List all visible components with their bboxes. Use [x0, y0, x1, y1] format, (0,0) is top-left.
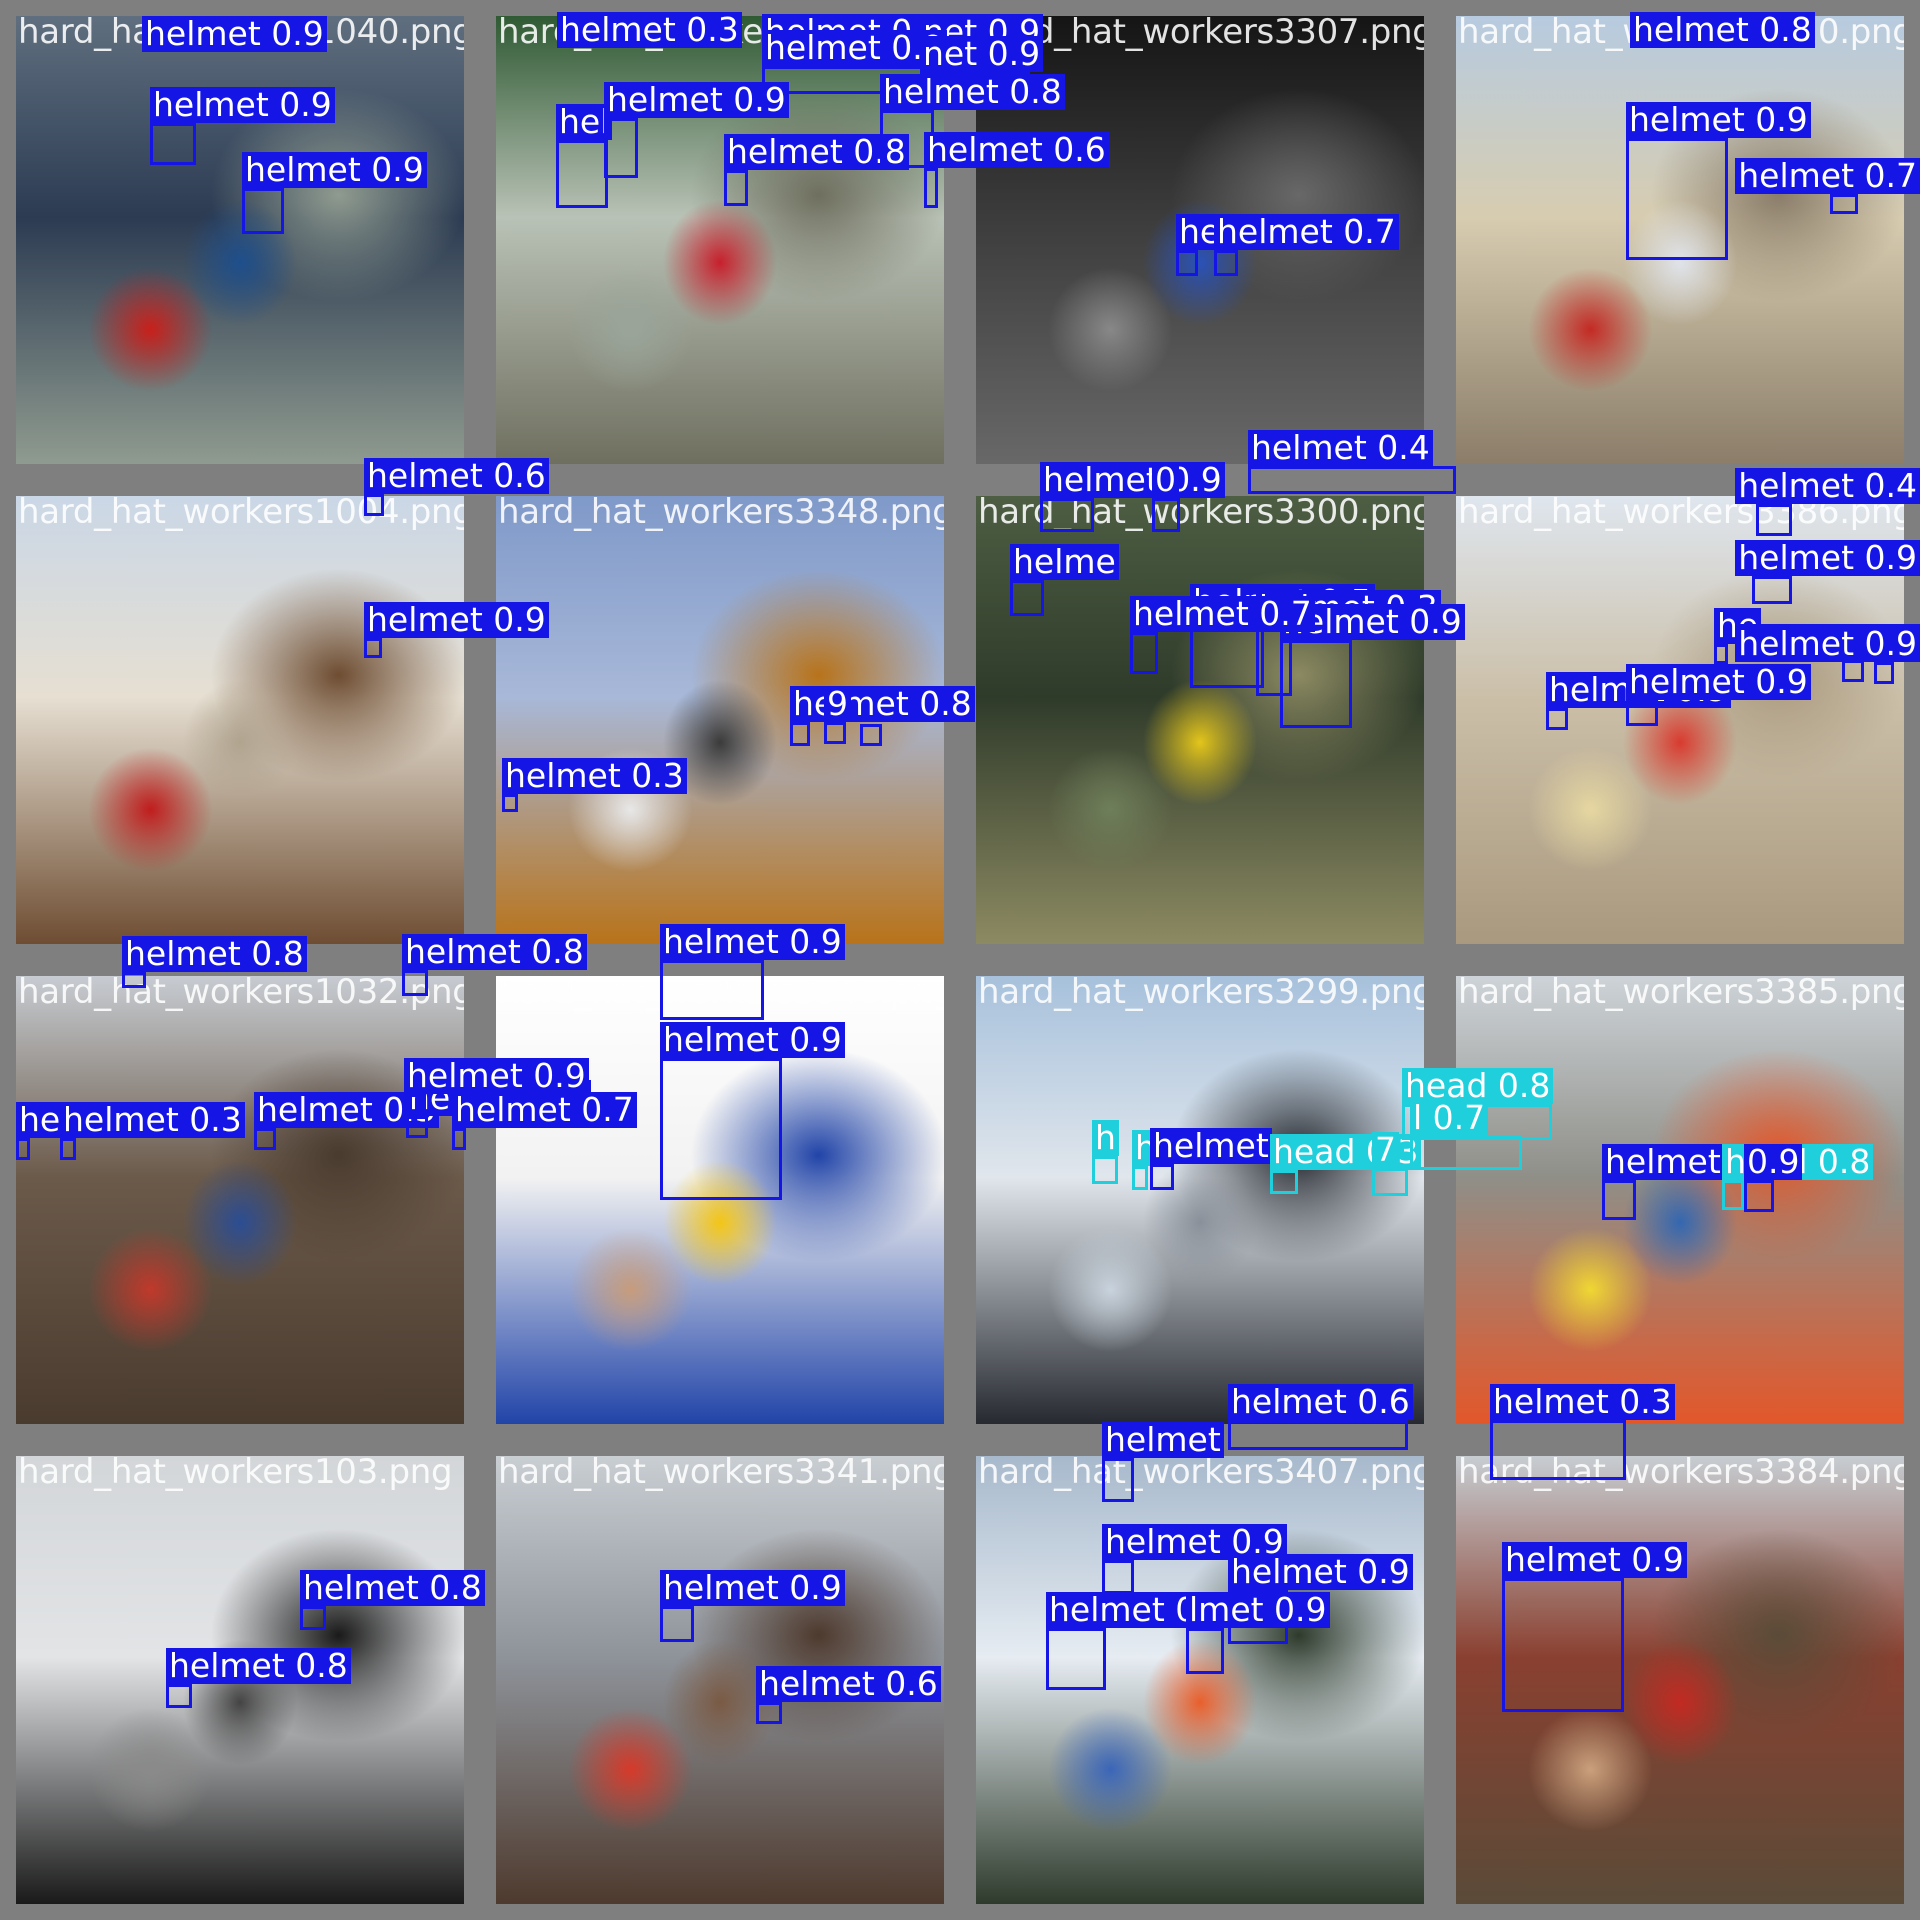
helmet-detection-label: helmet 0.8: [1630, 12, 1815, 48]
photo-scene: [1456, 1456, 1904, 1904]
helmet-detection-label: helmet 0.8: [300, 1570, 485, 1606]
helmet-detection-label: net 0.9: [920, 36, 1044, 72]
photo-scene: [16, 16, 464, 464]
tile-filename: hard_hat_workers3300.png: [978, 496, 1424, 532]
tile-filename: hard_hat_workers3348.png: [498, 496, 944, 532]
helmet-detection-label: helmet 0.9: [1228, 1554, 1413, 1590]
head-detection-label: 7: [1372, 1132, 1399, 1168]
head-detection-label: h: [1092, 1120, 1119, 1156]
photo-scene: [1456, 976, 1904, 1424]
tile-filename: hard_hat_workers3385.png: [1458, 976, 1904, 1012]
tile-filename: hard_hat_workers103.png: [18, 1456, 453, 1492]
helmet-detection-label: helmet 0.9: [142, 16, 327, 52]
helmet-detection-label: helmet 0.9: [1502, 1542, 1687, 1578]
helmet-detection-label: helmet 0.4: [1735, 468, 1920, 504]
helmet-detection-label: helmet 0.9: [404, 1058, 589, 1094]
helmet-detection-label: helmet 0.9: [604, 82, 789, 118]
tile-filename: hard_hat_workers1004.png: [18, 496, 464, 532]
helmet-detection-label: helmet 0.8: [790, 686, 975, 722]
helmet-detection-label: helmet 0.7: [1735, 158, 1920, 194]
image-tile: hard_hat_workers3310.png: [1456, 16, 1904, 464]
helmet-detection-label: helmet 0.9: [660, 1022, 845, 1058]
helmet-detection-label: helmet 0.8: [166, 1648, 351, 1684]
helmet-detection-box: [1248, 466, 1456, 494]
helmet-detection-label: helmet 0.7: [452, 1092, 637, 1128]
image-tile: hard_hat_workers1004.png: [16, 496, 464, 944]
helmet-detection-label: helmet 0.9: [1626, 102, 1811, 138]
helmet-detection-label: helmet 0.9: [364, 602, 549, 638]
tile-filename: hard_hat_workers3407.png: [978, 1456, 1424, 1492]
image-tile: hard_hat_workers3385.png: [1456, 976, 1904, 1424]
helmet-detection-label: 0: [1152, 462, 1179, 498]
helmet-detection-label: helmet 0.8: [724, 134, 909, 170]
helmet-detection-label: helmet 0.7: [1214, 214, 1399, 250]
helmet-detection-label: helmet 0.6: [924, 132, 1109, 168]
helmet-detection-label: helmet: [1102, 1422, 1224, 1458]
helmet-detection-label: helmet 0.6: [756, 1666, 941, 1702]
helmet-detection-label: helmet 0.3: [1490, 1384, 1675, 1420]
helmet-detection-label: helmet 0.3: [557, 12, 742, 48]
helmet-detection-label: helmet 0.9: [660, 1570, 845, 1606]
head-detection-label: l 0.7: [1410, 1100, 1489, 1136]
image-tile: hard_hat_workers3299.png: [976, 976, 1424, 1424]
helmet-detection-label: 9: [824, 686, 851, 722]
helmet-detection-label: helmet 0.4: [1248, 430, 1433, 466]
helmet-detection-label: helmet 0.9: [1735, 540, 1920, 576]
helmet-detection-label: helmet 0.9: [150, 87, 335, 123]
helmet-detection-label: helmet 0.8: [402, 934, 587, 970]
helmet-detection-label: helmet 0.9: [660, 924, 845, 960]
helmet-detection-label: helmet 0.9: [1735, 626, 1920, 662]
helmet-detection-label: helmet 0.7: [1130, 596, 1315, 632]
helmet-detection-label: helmet 0.6: [364, 458, 549, 494]
photo-scene: [976, 976, 1424, 1424]
photo-scene: [1456, 16, 1904, 464]
helmet-detection-label: helmet: [1150, 1128, 1272, 1164]
helmet-detection-label: helmet 0.9: [1040, 462, 1225, 498]
photo-scene: [16, 496, 464, 944]
mosaic-grid: hard_hat_workers1040.png hard_hat_workers…: [0, 0, 1920, 1920]
helmet-detection-label: helmet 0.9: [1626, 664, 1811, 700]
helmet-detection-label: helmet: [1602, 1144, 1724, 1180]
helmet-detection-label: helmet 0.8: [880, 74, 1065, 110]
helmet-detection-label: 0.9: [1744, 1144, 1803, 1180]
photo-scene: [16, 976, 464, 1424]
tile-filename: hard_hat_workers3384.png: [1458, 1456, 1904, 1492]
tile-filename: hard_hat_workers1032.png: [18, 976, 464, 1012]
tile-filename: hard_hat_workers3346.png: [498, 976, 944, 1012]
helmet-detection-label: helmet 0.3: [502, 758, 687, 794]
helmet-detection-label: lmet 0.9: [1186, 1592, 1330, 1628]
tile-filename: hard_hat_workers3341.png: [498, 1456, 944, 1492]
helmet-detection-label: helmet 0.8: [122, 936, 307, 972]
helmet-detection-label: helmet 0.3: [60, 1102, 245, 1138]
helmet-detection-label: helme: [1010, 544, 1119, 580]
helmet-detection-label: helmet 0.6: [1228, 1384, 1413, 1420]
tile-filename: hard_hat_workers3299.png: [978, 976, 1424, 1012]
tile-filename: hard_hat_workers3307.png: [978, 16, 1424, 52]
image-tile: hard_hat_workers3384.png: [1456, 1456, 1904, 1904]
helmet-detection-box: [1228, 1420, 1408, 1450]
helmet-detection-label: he: [16, 1102, 64, 1138]
image-tile: hard_hat_workers1032.png: [16, 976, 464, 1424]
helmet-detection-label: helmet 0.9: [242, 152, 427, 188]
image-tile: hard_hat_workers1040.png: [16, 16, 464, 464]
